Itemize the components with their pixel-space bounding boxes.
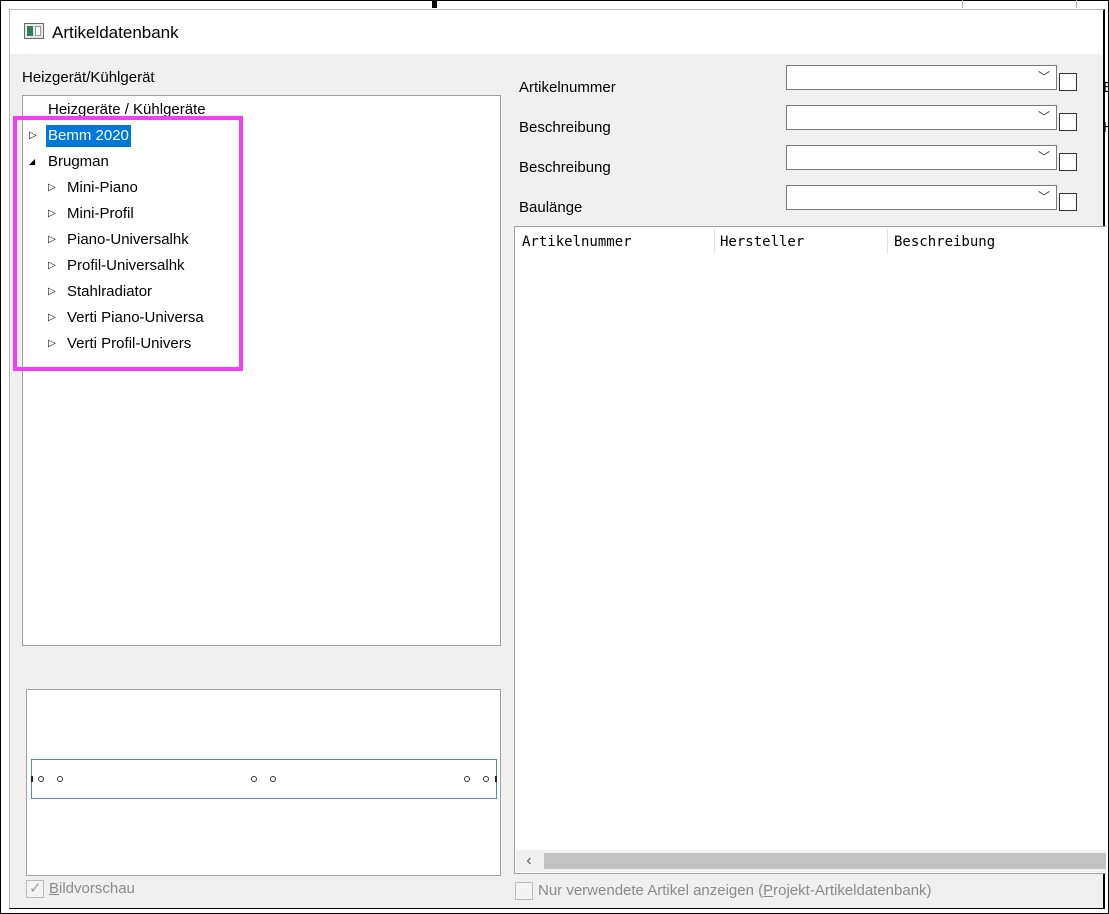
cut-off-label: E — [1103, 79, 1109, 96]
artikeldatenbank-dialog: Artikeldatenbank Heizgerät/Kühlgerät Hei… — [9, 9, 1109, 909]
window-title: Artikeldatenbank — [52, 23, 179, 42]
filter-label-artikelnummer: Artikelnummer — [519, 79, 616, 96]
background-edge-tick — [962, 0, 963, 8]
beschreibung-2-filter-checkbox[interactable] — [1059, 153, 1077, 171]
column-header-artikelnummer[interactable]: Artikelnummer — [522, 231, 632, 253]
preview-hole-icon — [251, 776, 257, 782]
chevron-down-icon[interactable]: ﹀ — [1038, 188, 1050, 205]
beschreibung-1-combobox[interactable]: ﹀ — [786, 105, 1057, 130]
column-header-beschreibung[interactable]: Beschreibung — [894, 231, 995, 253]
filter-label-baulaenge: Baulänge — [519, 199, 583, 216]
preview-hole-icon — [57, 776, 63, 782]
only-used-articles-label: Nur verwendete Artikel anzeigen (Projekt… — [538, 882, 932, 899]
bildvorschau-label: Bildvorschau — [49, 880, 135, 897]
preview-edge-tick — [31, 776, 33, 782]
bildvorschau-checkbox[interactable]: ✓ — [26, 880, 44, 898]
preview-hole-icon — [270, 776, 276, 782]
highlight-annotation-box — [13, 116, 243, 371]
filter-label-beschreibung-2: Beschreibung — [519, 159, 611, 176]
chevron-down-icon[interactable]: ﹀ — [1038, 68, 1050, 85]
preview-hole-icon — [38, 776, 44, 782]
image-preview-panel — [26, 689, 501, 876]
preview-hole-icon — [483, 776, 489, 782]
baulaenge-filter-checkbox[interactable] — [1059, 193, 1077, 211]
preview-hole-icon — [464, 776, 470, 782]
artikelnummer-filter-checkbox[interactable] — [1059, 73, 1077, 91]
radiator-preview-drawing — [31, 759, 497, 799]
heizgeraet-group-label: Heizgerät/Kühlgerät — [22, 69, 155, 86]
scrollbar-thumb[interactable] — [544, 853, 1106, 869]
article-list[interactable]: Artikelnummer Hersteller Beschreibung ‹ — [514, 226, 1106, 874]
baulaenge-combobox[interactable]: ﹀ — [786, 185, 1057, 210]
title-bar: Artikeldatenbank — [10, 10, 1103, 54]
preview-edge-tick — [495, 776, 497, 782]
column-separator[interactable] — [714, 229, 715, 253]
filter-label-beschreibung-1: Beschreibung — [519, 119, 611, 136]
background-edge-mark — [432, 0, 437, 8]
background-edge-tick — [1076, 0, 1077, 8]
horizontal-scrollbar[interactable]: ‹ — [516, 850, 1106, 872]
beschreibung-1-filter-checkbox[interactable] — [1059, 113, 1077, 131]
only-used-articles-checkbox[interactable] — [515, 882, 533, 900]
column-separator[interactable] — [887, 229, 888, 253]
beschreibung-2-combobox[interactable]: ﹀ — [786, 145, 1057, 170]
artikelnummer-combobox[interactable]: ﹀ — [786, 65, 1057, 90]
checkmark-icon: ✓ — [29, 880, 42, 897]
chevron-down-icon[interactable]: ﹀ — [1038, 148, 1050, 165]
scroll-left-icon[interactable]: ‹ — [516, 850, 542, 872]
chevron-down-icon[interactable]: ﹀ — [1038, 108, 1050, 125]
cut-off-label: H — [1103, 119, 1109, 136]
window-app-icon — [24, 23, 44, 39]
background-edge-line — [440, 0, 960, 1]
column-header-hersteller[interactable]: Hersteller — [720, 231, 804, 253]
